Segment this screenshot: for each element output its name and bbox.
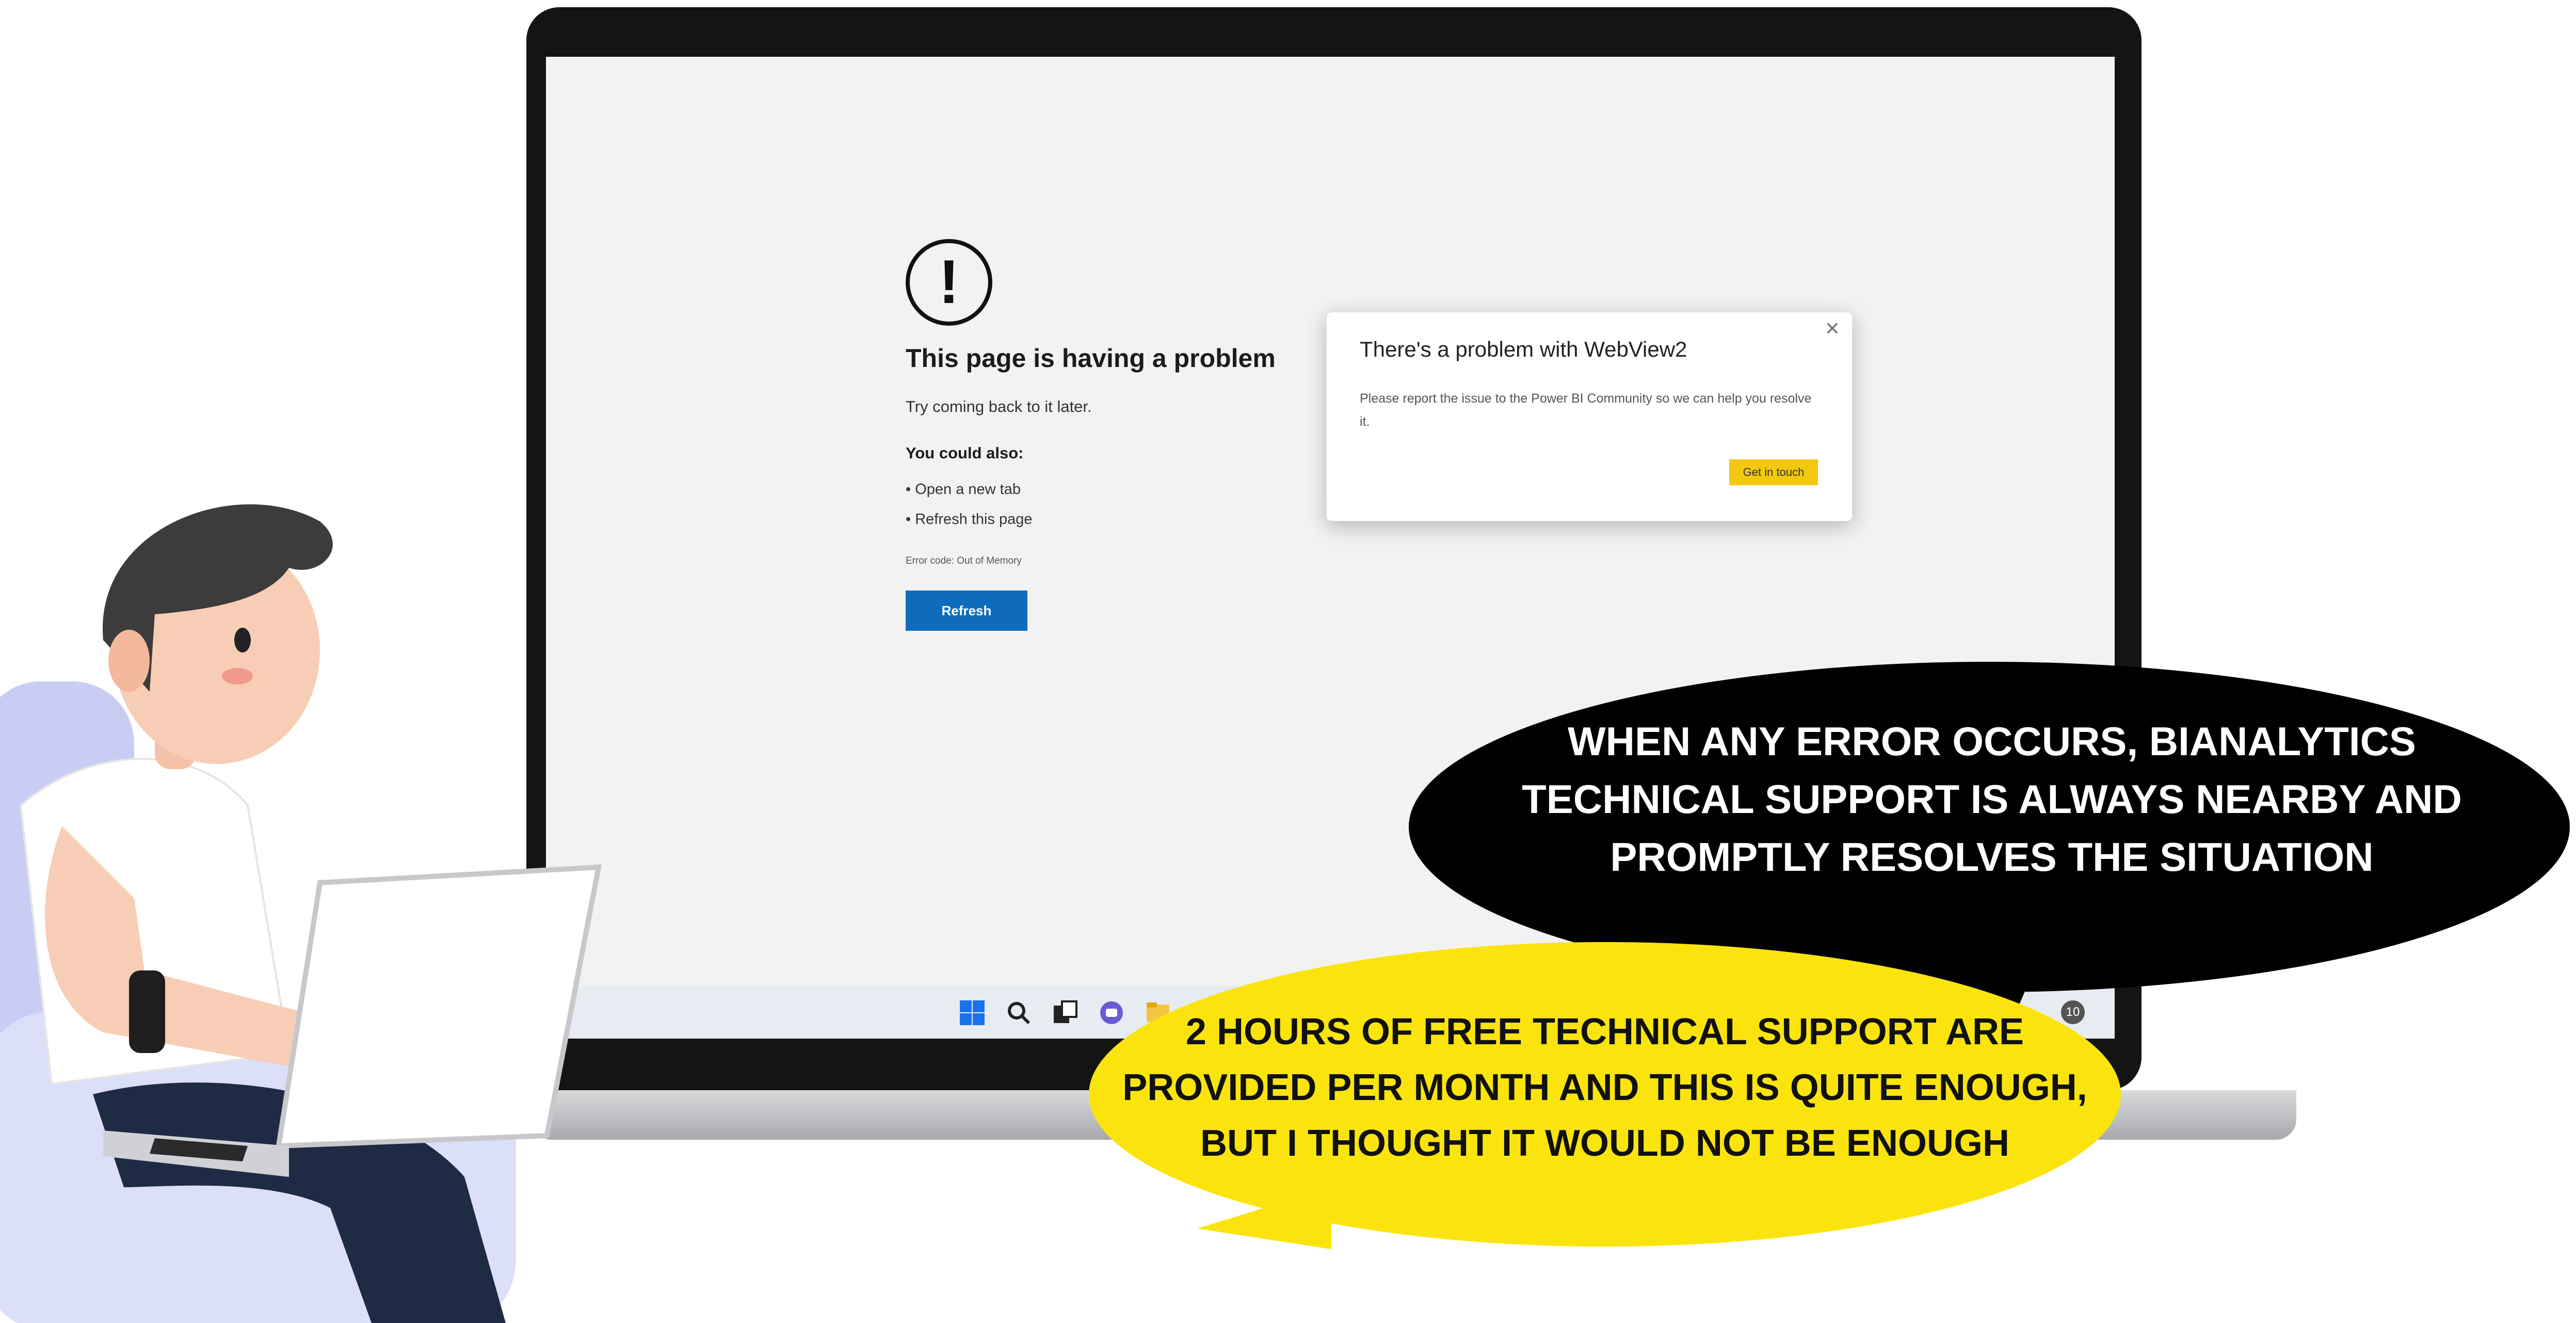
refresh-button[interactable]: Refresh	[906, 591, 1027, 631]
option-refresh-page[interactable]: • Refresh this page	[906, 511, 1033, 528]
dialog-body: Please report the issue to the Power BI …	[1360, 391, 1812, 429]
eye	[234, 628, 251, 652]
exclamation-circle-icon: !	[906, 239, 992, 326]
yellow-bubble-tail	[1197, 1187, 1331, 1249]
person-illustration	[0, 504, 602, 1323]
also-heading: You could also:	[906, 444, 1024, 462]
webview2-dialog: There's a problem with WebView2 ✕ Please…	[1326, 312, 1853, 521]
dialog-title: There's a problem with WebView2	[1360, 337, 1687, 361]
task-view-icon[interactable]	[1052, 999, 1078, 1026]
search-icon[interactable]	[1005, 999, 1032, 1026]
get-in-touch-button[interactable]: Get in touch	[1729, 459, 1818, 485]
option-open-new-tab[interactable]: • Open a new tab	[906, 481, 1021, 498]
error-subtitle: Try coming back to it later.	[906, 397, 1092, 416]
watch	[129, 970, 165, 1053]
black-bubble-text: WHEN ANY ERROR OCCURS, BIANALYTICS TECHN…	[1522, 719, 2462, 880]
error-code: Error code: Out of Memory	[906, 555, 1022, 566]
close-icon[interactable]: ✕	[1821, 317, 1844, 340]
yellow-bubble-text: 2 HOURS OF FREE TECHNICAL SUPPORT ARE PR…	[1122, 1011, 2087, 1164]
small-laptop-screen	[276, 864, 602, 1149]
cheek	[222, 668, 253, 684]
page-title: This page is having a problem	[906, 344, 1276, 373]
windows-start-icon[interactable]	[959, 999, 986, 1026]
ear	[108, 630, 150, 692]
